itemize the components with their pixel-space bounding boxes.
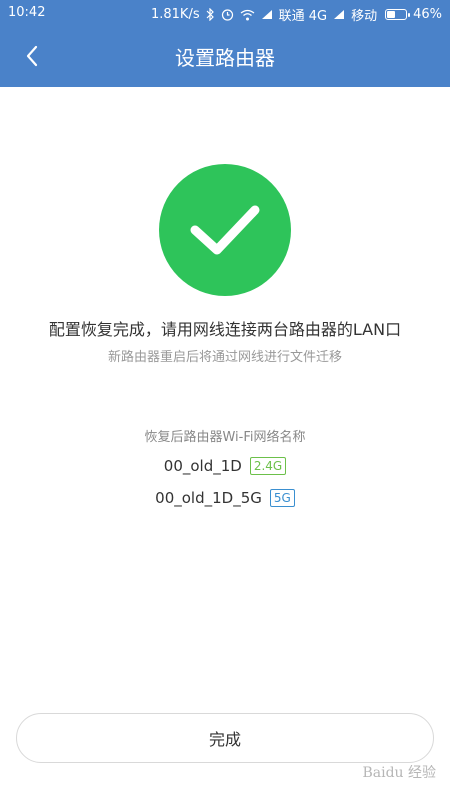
wifi-network-name: 00_old_1D (163, 457, 242, 475)
check-icon (190, 205, 260, 255)
band-badge: 5G (269, 489, 295, 507)
signal-icon-2 (333, 9, 345, 20)
battery-percent: 46% (413, 7, 442, 22)
carrier-1: 联通 4G (278, 9, 328, 24)
page-title: 设置路由器 (175, 46, 275, 70)
network-speed: 1.81K/s (150, 7, 200, 22)
wifi-network-name: 00_old_1D_5G (155, 489, 262, 507)
carrier-2: 移动 (351, 9, 378, 24)
wifi-network-row: 00_old_1D_5G 5G (0, 489, 450, 507)
wifi-icon (240, 9, 255, 21)
signal-icon (261, 9, 273, 20)
status-right: 1.81K/s 联通 4G 移动 46% (151, 5, 442, 24)
watermark: Baidu 经验 (362, 765, 436, 781)
status-bar: 10:42 1.81K/s 联通 4G 移动 46% (0, 0, 450, 26)
alarm-icon (221, 8, 234, 21)
status-sub-message: 新路由器重启后将通过网线进行文件迁移 (107, 350, 342, 365)
title-bar: 设置路由器 (0, 26, 450, 87)
battery-icon (385, 9, 411, 20)
header: 10:42 1.81K/s 联通 4G 移动 46% 设置路由器 (0, 0, 450, 87)
status-message: 配置恢复完成，请用网线连接两台路由器的LAN口 (48, 320, 402, 339)
wifi-caption: 恢复后路由器Wi-Fi网络名称 (144, 430, 306, 445)
bluetooth-icon (206, 8, 215, 21)
success-circle (159, 164, 291, 296)
done-button[interactable]: 完成 (16, 713, 434, 763)
band-badge: 2.4G (249, 457, 287, 475)
wifi-network-row: 00_old_1D 2.4G (0, 457, 450, 475)
status-time: 10:42 (8, 5, 46, 20)
